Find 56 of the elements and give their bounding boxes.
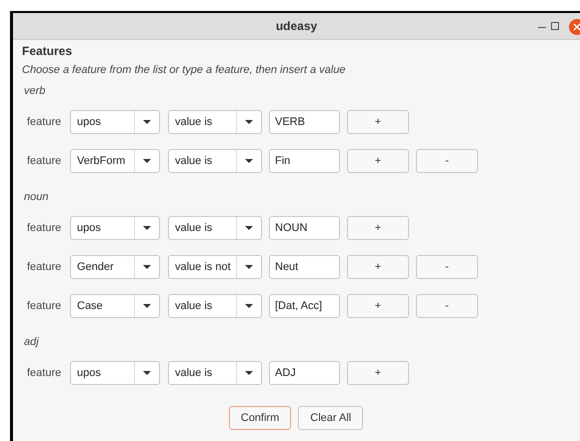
remove-button[interactable]: - [416,149,478,173]
caret-icon [143,265,151,269]
caret-icon [143,371,151,375]
remove-button[interactable]: - [416,255,478,279]
value-field[interactable]: ADJ [269,361,340,385]
feature-label: feature [26,114,62,130]
caret-icon [245,371,253,375]
group-label: noun [23,190,50,204]
caret-icon [143,304,151,308]
add-button[interactable]: + [347,110,409,134]
caret-icon [245,265,253,269]
caret-icon [143,159,151,163]
caret-icon [245,120,253,124]
confirm-button[interactable]: Confirm [228,406,292,430]
add-button[interactable]: + [347,216,409,240]
feature-label: feature [26,260,62,275]
operator-combo[interactable]: value is [168,361,262,385]
group-label: verb [23,84,46,98]
section-heading: Features [22,43,74,58]
feature-label: feature [26,366,62,381]
value-field[interactable]: NOUN [269,216,340,240]
feature-combo[interactable]: Gender [70,255,160,279]
operator-combo[interactable]: value is [168,216,262,240]
value-field[interactable]: Neut [269,255,340,279]
operator-combo[interactable]: value is [168,149,262,173]
maximize-icon[interactable] [551,22,559,30]
operator-combo[interactable]: value is [168,294,262,318]
add-button[interactable]: + [347,255,409,279]
feature-label: feature [26,298,62,314]
caret-icon [143,226,151,230]
value-field[interactable]: VERB [269,110,340,134]
feature-combo[interactable]: Case [70,294,160,318]
remove-button[interactable]: - [416,294,478,318]
minimize-icon[interactable] [538,27,546,29]
add-button[interactable]: + [347,149,409,173]
feature-combo[interactable]: upos [70,110,160,134]
caret-icon [245,304,253,308]
feature-label: feature [26,220,62,236]
close-icon[interactable] [569,19,580,35]
feature-combo[interactable]: VerbForm [70,149,160,173]
value-field[interactable]: Fin [269,149,340,173]
window-title: udeasy [276,18,318,35]
operator-combo[interactable]: value is not [168,255,262,279]
instructions-text: Choose a feature from the list or type a feature, then insert a value [22,63,346,77]
caret-icon [143,120,151,124]
feature-label: feature [26,154,62,169]
operator-combo[interactable]: value is [168,110,262,134]
clear-button[interactable]: Clear All [298,406,364,430]
group-label: adj [23,335,40,349]
caret-icon [245,226,253,230]
feature-combo[interactable]: upos [70,361,160,385]
add-button[interactable]: + [347,294,409,318]
caret-icon [245,159,253,163]
value-field[interactable]: [Dat, Acc] [269,294,340,318]
feature-combo[interactable]: upos [70,216,160,240]
add-button[interactable]: + [347,361,409,385]
